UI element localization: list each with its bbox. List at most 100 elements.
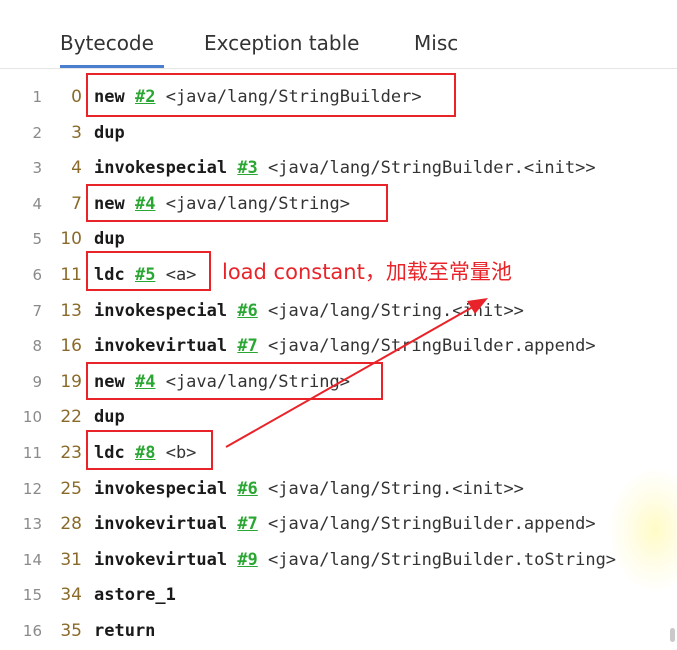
- operand-description: <java/lang/StringBuilder>: [165, 87, 422, 107]
- bytecode-listing: 1 0 new #2 <java/lang/StringBuilder> 2 3 dup 3…: [0, 70, 677, 650]
- opcode: invokespecial: [94, 158, 228, 179]
- constant-pool-reference-link[interactable]: #4: [135, 372, 155, 392]
- constant-pool-reference-link[interactable]: #5: [135, 265, 155, 285]
- opcode: return: [94, 621, 156, 641]
- code-line[interactable]: 13 28 invokevirtual #7 <java/lang/StringBu…: [0, 509, 677, 539]
- operand-description: <b>: [165, 443, 197, 463]
- bytecode-offset: 10: [60, 229, 82, 250]
- opcode: ldc: [94, 443, 125, 463]
- tab-bar: Bytecode Exception table Misc: [0, 0, 677, 69]
- line-number-text: 9: [32, 372, 42, 391]
- tab-bytecode[interactable]: Bytecode: [60, 28, 164, 68]
- line-number: 2: [0, 118, 42, 148]
- scrollbar-thumb[interactable]: [670, 628, 675, 642]
- constant-pool-reference-link[interactable]: #8: [135, 443, 155, 463]
- bytecode-offset: 28: [60, 514, 82, 535]
- line-number-text: 1: [32, 88, 42, 106]
- code-line[interactable]: 1 0 new #2 <java/lang/StringBuilder>: [0, 82, 677, 112]
- line-number: 5: [0, 224, 42, 254]
- line-number-text: 10: [22, 408, 42, 427]
- code-line[interactable]: 4 7 new #4 <java/lang/String>: [0, 189, 677, 219]
- line-number: 1: [0, 82, 42, 112]
- bytecode-offset: 3: [71, 122, 82, 143]
- line-number-text: 2: [32, 123, 42, 142]
- bytecode-offset: 0: [71, 87, 82, 107]
- operand-description: <java/lang/String>: [165, 371, 350, 392]
- opcode: invokespecial: [94, 300, 228, 321]
- code-line[interactable]: 2 3 dup: [0, 118, 677, 148]
- code-line[interactable]: 7 13 invokespecial #6 <java/lang/String.<i…: [0, 296, 677, 326]
- line-number-text: 6: [32, 266, 42, 284]
- line-number: 3: [0, 153, 42, 183]
- bytecode-offset: 7: [71, 193, 82, 214]
- instruction: new #4 <java/lang/String>: [94, 367, 350, 397]
- constant-pool-reference-link[interactable]: #6: [237, 301, 257, 321]
- line-number-text: 16: [22, 622, 42, 640]
- line-number: 6: [0, 260, 42, 290]
- opcode: astore_1: [94, 585, 176, 606]
- bytecode-offset: 35: [60, 621, 82, 641]
- line-number: 8: [0, 331, 42, 361]
- line-number-text: 15: [22, 586, 42, 605]
- code-line[interactable]: 10 22 dup: [0, 402, 677, 432]
- constant-pool-reference-link[interactable]: #7: [237, 514, 257, 534]
- tab-exception-table[interactable]: Exception table: [204, 28, 374, 68]
- line-number-text: 8: [32, 337, 42, 356]
- operand-description: <java/lang/StringBuilder.<init>>: [268, 158, 596, 179]
- code-line[interactable]: 11 23 ldc #8 <b>: [0, 438, 677, 468]
- constant-pool-reference-link[interactable]: #3: [237, 158, 257, 178]
- line-number: 10: [0, 402, 42, 432]
- opcode: ldc: [94, 265, 125, 285]
- operand-description: <java/lang/String>: [165, 193, 350, 214]
- code-line[interactable]: 8 16 invokevirtual #7 <java/lang/StringBui…: [0, 331, 677, 361]
- code-line[interactable]: 16 35 return: [0, 616, 677, 646]
- opcode: invokevirtual: [94, 514, 228, 535]
- instruction: new #2 <java/lang/StringBuilder>: [94, 82, 422, 112]
- opcode: dup: [94, 407, 125, 428]
- opcode: dup: [94, 229, 125, 250]
- instruction: invokespecial #6 <java/lang/String.<init…: [94, 474, 524, 504]
- code-line[interactable]: 3 4 invokespecial #3 <java/lang/StringBuil…: [0, 153, 677, 183]
- line-number-text: 13: [22, 515, 42, 534]
- instruction: dup: [94, 224, 125, 254]
- line-number-text: 5: [32, 230, 42, 249]
- code-line[interactable]: 5 10 dup: [0, 224, 677, 254]
- constant-pool-reference-link[interactable]: #9: [237, 550, 257, 570]
- constant-pool-reference-link[interactable]: #2: [135, 87, 155, 107]
- bytecode-offset: 4: [71, 158, 82, 179]
- line-number: 9: [0, 367, 42, 397]
- operand-description: <java/lang/String.<init>>: [268, 478, 524, 499]
- opcode: invokespecial: [94, 478, 228, 499]
- instruction: dup: [94, 402, 125, 432]
- line-number: 13: [0, 509, 42, 539]
- line-number: 14: [0, 545, 42, 575]
- line-number: 12: [0, 474, 42, 504]
- tab-misc[interactable]: Misc: [414, 28, 474, 68]
- line-number-text: 11: [22, 444, 42, 462]
- bytecode-offset: 23: [60, 443, 82, 463]
- bytecode-offset: 16: [60, 336, 82, 357]
- operand-description: <a>: [165, 265, 197, 285]
- code-line[interactable]: 9 19 new #4 <java/lang/String>: [0, 367, 677, 397]
- bytecode-offset: 13: [60, 300, 82, 321]
- opcode: new: [94, 87, 125, 107]
- constant-pool-reference-link[interactable]: #6: [237, 479, 257, 499]
- instruction: invokespecial #3 <java/lang/StringBuilde…: [94, 153, 596, 183]
- code-line[interactable]: 14 31 invokevirtual #9 <java/lang/StringBu…: [0, 545, 677, 575]
- line-number-text: 4: [32, 194, 42, 213]
- bytecode-offset: 25: [60, 478, 82, 499]
- annotation-text: load constant，加载至常量池: [222, 260, 512, 284]
- code-line[interactable]: 15 34 astore_1: [0, 580, 677, 610]
- instruction: invokespecial #6 <java/lang/String.<init…: [94, 296, 524, 326]
- operand-description: <java/lang/StringBuilder.append>: [268, 336, 596, 357]
- instruction: ldc #5 <a>: [94, 260, 196, 290]
- code-line[interactable]: 12 25 invokespecial #6 <java/lang/String.<…: [0, 474, 677, 504]
- bytecode-offset: 19: [60, 371, 82, 392]
- instruction: ldc #8 <b>: [94, 438, 196, 468]
- constant-pool-reference-link[interactable]: #7: [237, 336, 257, 356]
- instruction: invokevirtual #7 <java/lang/StringBuilde…: [94, 509, 596, 539]
- constant-pool-reference-link[interactable]: #4: [135, 194, 155, 214]
- opcode: new: [94, 371, 125, 392]
- instruction: dup: [94, 118, 125, 148]
- opcode: invokevirtual: [94, 336, 228, 357]
